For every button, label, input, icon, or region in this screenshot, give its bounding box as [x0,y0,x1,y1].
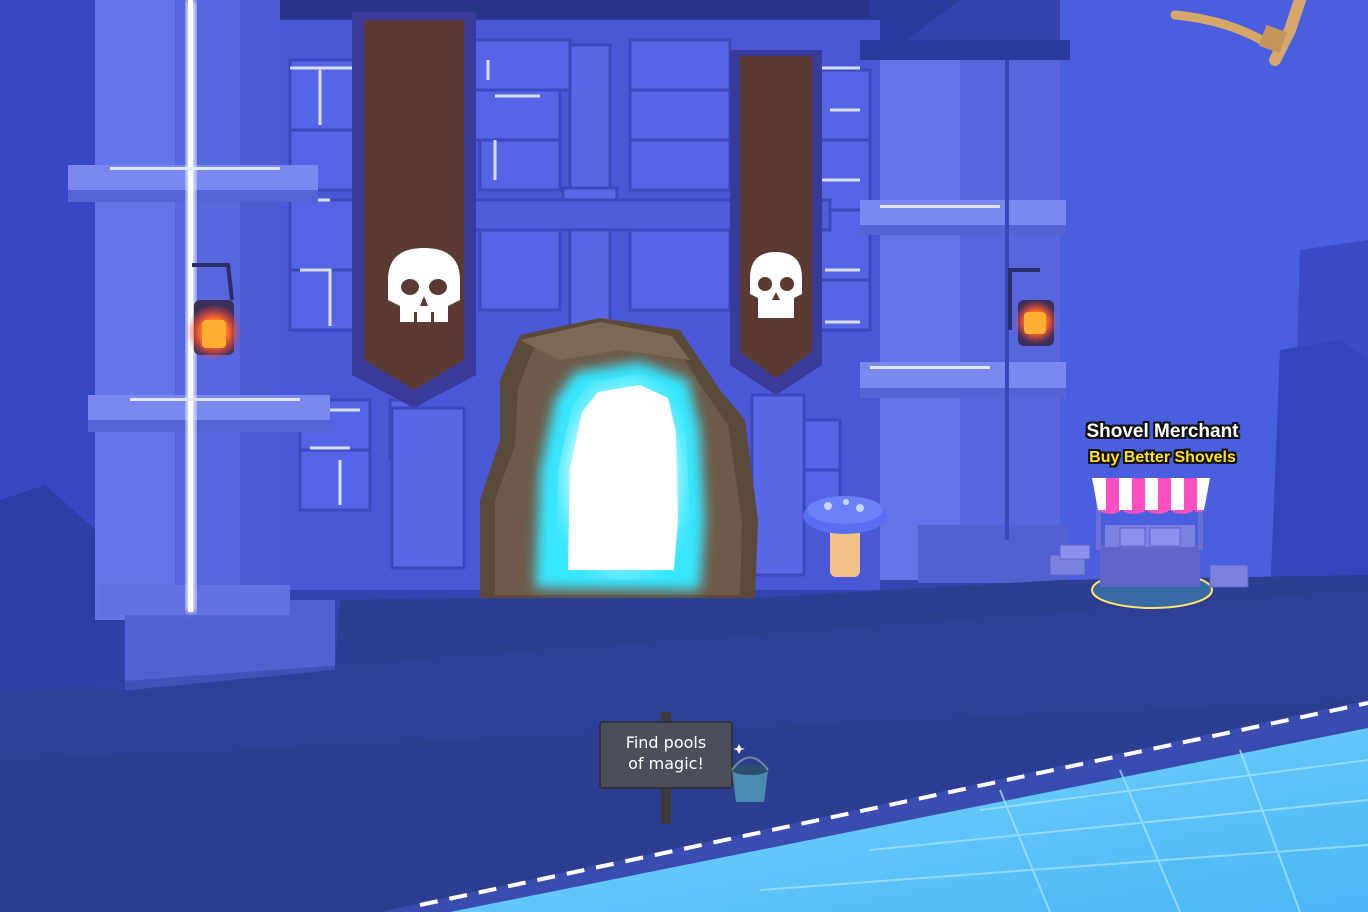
sign-line-2: of magic! [628,754,704,773]
npc-subtitle-label: Buy Better Shovels [1089,449,1236,466]
skull-banner-right [730,50,822,395]
sign-line-1: Find pools [625,733,707,752]
game-scene: Shovel Merchant Buy Better Shovels Find … [0,0,1368,912]
skull-banner-left [352,12,476,408]
stall-awning [1092,478,1210,514]
sign-text: Find pools of magic! [603,732,729,774]
magic-portal[interactable] [535,362,705,590]
npc-name-label: Shovel Merchant [1086,421,1239,442]
